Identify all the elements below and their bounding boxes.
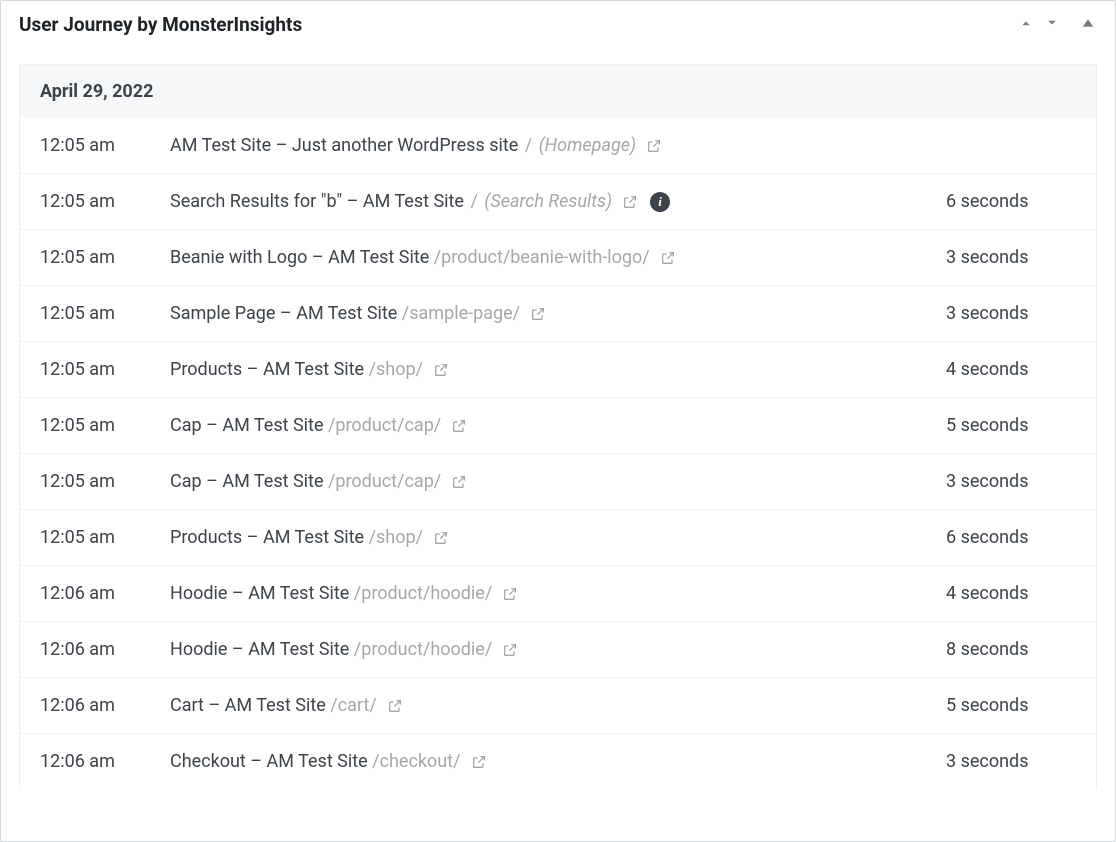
external-link-icon[interactable] bbox=[622, 194, 638, 210]
journey-page-title: Checkout – AM Test Site bbox=[170, 751, 372, 772]
journey-time: 12:05 am bbox=[40, 191, 170, 212]
journey-time: 12:05 am bbox=[40, 527, 170, 548]
journey-title-col: Cart – AM Test Site /cart/ bbox=[170, 695, 946, 716]
path-separator: / bbox=[470, 191, 482, 212]
panel-controls bbox=[1017, 14, 1097, 36]
journey-page-title: Beanie with Logo – AM Test Site bbox=[170, 247, 434, 268]
external-link-icon[interactable] bbox=[502, 642, 518, 658]
journey-title-col: Cap – AM Test Site /product/cap/ bbox=[170, 415, 946, 436]
journey-time: 12:05 am bbox=[40, 415, 170, 436]
journey-row: 12:05 amSearch Results for "b" – AM Test… bbox=[20, 174, 1096, 230]
journey-page-path: /product/cap/ bbox=[328, 471, 441, 492]
journey-page-title: Hoodie – AM Test Site bbox=[170, 639, 354, 660]
journey-duration: 6 seconds bbox=[946, 527, 1076, 548]
journey-title-col: Sample Page – AM Test Site /sample-page/ bbox=[170, 303, 946, 324]
external-link-icon[interactable] bbox=[433, 362, 449, 378]
external-link-icon[interactable] bbox=[502, 586, 518, 602]
journey-duration: 3 seconds bbox=[946, 751, 1076, 772]
journey-row: 12:05 amCap – AM Test Site /product/cap/… bbox=[20, 454, 1096, 510]
journey-time: 12:05 am bbox=[40, 303, 170, 324]
journey-time: 12:06 am bbox=[40, 639, 170, 660]
user-journey-panel: User Journey by MonsterInsights April 29… bbox=[0, 0, 1116, 842]
info-icon[interactable]: i bbox=[650, 192, 670, 212]
external-link-icon[interactable] bbox=[433, 530, 449, 546]
journey-page-title: Hoodie – AM Test Site bbox=[170, 583, 354, 604]
panel-title: User Journey by MonsterInsights bbox=[19, 13, 302, 36]
journey-row: 12:05 amProducts – AM Test Site /shop/6 … bbox=[20, 510, 1096, 566]
journey-title-col: Products – AM Test Site /shop/ bbox=[170, 359, 946, 380]
journey-duration: 3 seconds bbox=[946, 471, 1076, 492]
panel-header: User Journey by MonsterInsights bbox=[1, 1, 1115, 48]
collapse-triangle-icon[interactable] bbox=[1079, 14, 1097, 36]
journey-duration: 8 seconds bbox=[946, 639, 1076, 660]
panel-content: April 29, 2022 12:05 amAM Test Site – Ju… bbox=[1, 48, 1115, 841]
journey-row: 12:05 amAM Test Site – Just another Word… bbox=[20, 118, 1096, 174]
journey-row: 12:05 amCap – AM Test Site /product/cap/… bbox=[20, 398, 1096, 454]
journey-duration: 3 seconds bbox=[946, 303, 1076, 324]
journey-time: 12:05 am bbox=[40, 359, 170, 380]
journey-title-col: Checkout – AM Test Site /checkout/ bbox=[170, 751, 946, 772]
journey-title-col: Products – AM Test Site /shop/ bbox=[170, 527, 946, 548]
external-link-icon[interactable] bbox=[530, 306, 546, 322]
external-link-icon[interactable] bbox=[451, 474, 467, 490]
journey-page-path: /product/beanie-with-logo/ bbox=[434, 247, 650, 268]
journey-page-path: /sample-page/ bbox=[402, 303, 520, 324]
journey-title-col: Search Results for "b" – AM Test Site / … bbox=[170, 191, 946, 212]
journey-row: 12:05 amProducts – AM Test Site /shop/4 … bbox=[20, 342, 1096, 398]
journey-time: 12:05 am bbox=[40, 471, 170, 492]
journey-page-title: AM Test Site – Just another WordPress si… bbox=[170, 135, 523, 156]
journey-duration: 5 seconds bbox=[946, 415, 1076, 436]
journey-page-path: (Homepage) bbox=[539, 135, 636, 156]
journey-row: 12:06 amCheckout – AM Test Site /checkou… bbox=[20, 734, 1096, 789]
journey-time: 12:06 am bbox=[40, 583, 170, 604]
journey-time: 12:06 am bbox=[40, 695, 170, 716]
journey-page-title: Search Results for "b" – AM Test Site bbox=[170, 191, 468, 212]
journey-time: 12:05 am bbox=[40, 135, 170, 156]
external-link-icon[interactable] bbox=[646, 138, 662, 154]
external-link-icon[interactable] bbox=[660, 250, 676, 266]
journey-row: 12:06 amCart – AM Test Site /cart/5 seco… bbox=[20, 678, 1096, 734]
journey-duration: 3 seconds bbox=[946, 247, 1076, 268]
journey-page-path: /shop/ bbox=[369, 527, 423, 548]
external-link-icon[interactable] bbox=[451, 418, 467, 434]
journey-duration: 5 seconds bbox=[946, 695, 1076, 716]
journey-row: 12:05 amSample Page – AM Test Site /samp… bbox=[20, 286, 1096, 342]
journey-title-col: Beanie with Logo – AM Test Site /product… bbox=[170, 247, 946, 268]
journey-page-title: Products – AM Test Site bbox=[170, 527, 369, 548]
external-link-icon[interactable] bbox=[471, 754, 487, 770]
path-separator: / bbox=[525, 135, 537, 156]
chevron-up-icon[interactable] bbox=[1017, 14, 1035, 36]
journey-duration: 6 seconds bbox=[946, 191, 1076, 212]
journey-time: 12:06 am bbox=[40, 751, 170, 772]
journey-page-path: /shop/ bbox=[369, 359, 423, 380]
journey-duration: 4 seconds bbox=[946, 583, 1076, 604]
journey-row: 12:05 amBeanie with Logo – AM Test Site … bbox=[20, 230, 1096, 286]
journey-page-path: /checkout/ bbox=[372, 751, 460, 772]
journey-time: 12:05 am bbox=[40, 247, 170, 268]
journey-page-path: /product/hoodie/ bbox=[354, 583, 492, 604]
chevron-down-icon[interactable] bbox=[1043, 14, 1061, 36]
date-header: April 29, 2022 bbox=[19, 64, 1097, 118]
journey-page-path: /product/cap/ bbox=[328, 415, 441, 436]
journey-duration: 4 seconds bbox=[946, 359, 1076, 380]
journey-page-title: Cart – AM Test Site bbox=[170, 695, 330, 716]
journey-page-path: /cart/ bbox=[330, 695, 377, 716]
journey-page-title: Products – AM Test Site bbox=[170, 359, 369, 380]
journey-title-col: AM Test Site – Just another WordPress si… bbox=[170, 135, 946, 156]
journey-page-title: Sample Page – AM Test Site bbox=[170, 303, 402, 324]
journey-title-col: Hoodie – AM Test Site /product/hoodie/ bbox=[170, 583, 946, 604]
journey-page-path: /product/hoodie/ bbox=[354, 639, 492, 660]
journey-title-col: Hoodie – AM Test Site /product/hoodie/ bbox=[170, 639, 946, 660]
journey-page-path: (Search Results) bbox=[484, 191, 612, 212]
journey-list: 12:05 amAM Test Site – Just another Word… bbox=[19, 118, 1097, 789]
journey-page-title: Cap – AM Test Site bbox=[170, 415, 328, 436]
journey-page-title: Cap – AM Test Site bbox=[170, 471, 328, 492]
external-link-icon[interactable] bbox=[387, 698, 403, 714]
journey-row: 12:06 amHoodie – AM Test Site /product/h… bbox=[20, 622, 1096, 678]
journey-row: 12:06 amHoodie – AM Test Site /product/h… bbox=[20, 566, 1096, 622]
journey-title-col: Cap – AM Test Site /product/cap/ bbox=[170, 471, 946, 492]
